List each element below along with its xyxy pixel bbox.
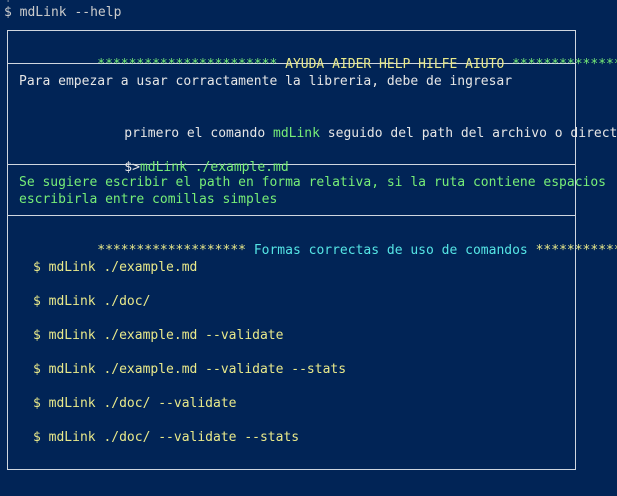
help-banner: *********************** AYUDA AIDER HELP… (8, 31, 617, 72)
usage-command-1: $ mdLink ./example.md (33, 260, 198, 275)
usage-section: ******************* Formas correctas de … (8, 216, 617, 471)
usage-command-3: $ mdLink ./example.md --validate (33, 328, 284, 343)
usage-stars-left: ******************* (97, 243, 246, 258)
usage-command-4: $ mdLink ./example.md --validate --stats (33, 362, 347, 377)
intro-line-2-command: mdLink (273, 126, 320, 141)
usage-command-6: $ mdLink ./doc/ --validate --stats (33, 430, 300, 445)
suggestion-section: Se sugiere escribir el path en forma rel… (8, 165, 606, 216)
terminal-window: $ ... $ mdLink --help ******************… (0, 0, 617, 496)
suggestion-line-2: escribirla entre comillas simples (19, 192, 278, 207)
usage-command-2: $ mdLink ./doc/ (33, 294, 151, 309)
usage-title: Formas correctas de uso de comandos (246, 243, 536, 258)
suggestion-line-1: Se sugiere escribir el path en forma rel… (19, 175, 606, 190)
usage-command-5: $ mdLink ./doc/ --validate (33, 396, 237, 411)
intro-line-2-prefix: primero el comando (124, 126, 273, 141)
command-prompt-line: $ mdLink --help (4, 5, 122, 20)
usage-stars-right: ******************* (535, 243, 617, 258)
help-panel: *********************** AYUDA AIDER HELP… (7, 30, 617, 471)
intro-line-1: Para empezar a usar corractamente la lib… (19, 74, 513, 89)
intro-line-2-suffix: seguido del path del archivo o directori… (327, 126, 617, 141)
intro-section: Para empezar a usar corractamente la lib… (8, 64, 617, 175)
